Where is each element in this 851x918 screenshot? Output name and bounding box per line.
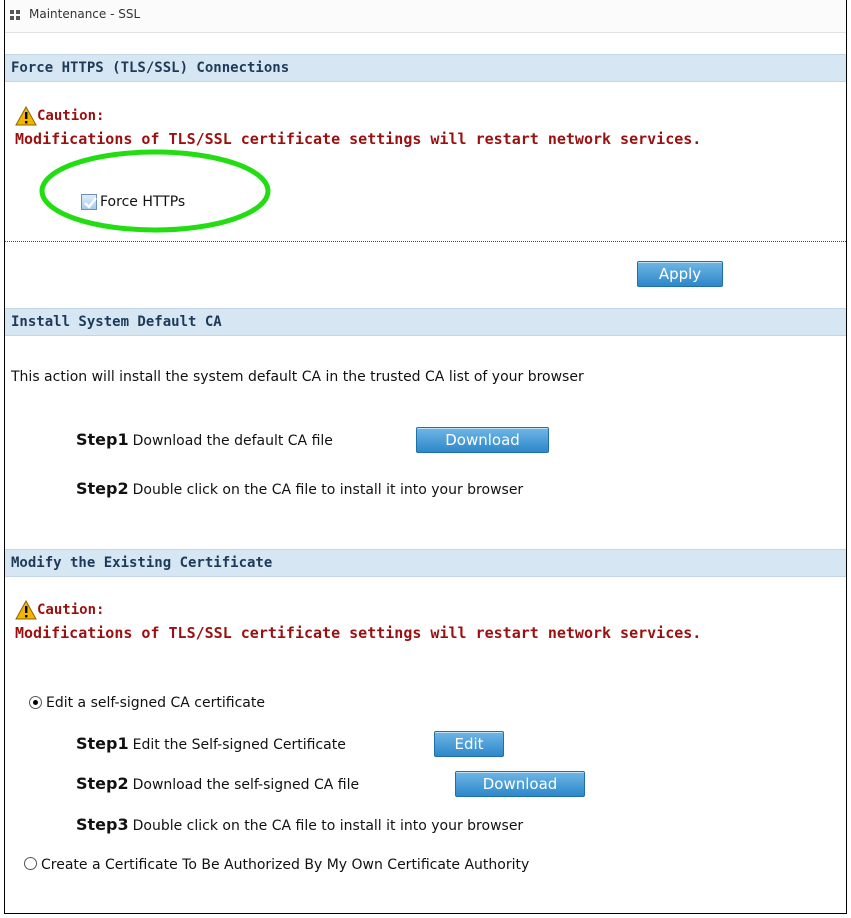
edit-self-signed-radio[interactable] xyxy=(29,696,42,709)
section-header-force-https: Force HTTPS (TLS/SSL) Connections xyxy=(5,54,846,82)
install-ca-step1: Step1 Download the default CA file xyxy=(76,430,333,449)
ssl-maintenance-panel: Maintenance - SSL Force HTTPS (TLS/SSL) … xyxy=(4,0,847,914)
window-title: Maintenance - SSL xyxy=(29,7,141,21)
checkmark-icon xyxy=(84,197,97,209)
section-divider xyxy=(5,241,846,242)
warning-icon xyxy=(15,106,37,126)
step-label: Step1 xyxy=(76,430,129,449)
edit-certificate-button[interactable]: Edit xyxy=(434,731,504,757)
step-label: Step2 xyxy=(76,774,129,793)
install-ca-description: This action will install the system defa… xyxy=(11,369,584,385)
create-certificate-label: Create a Certificate To Be Authorized By… xyxy=(41,857,530,873)
modify-cert-step2: Step2 Download the self-signed CA file xyxy=(76,774,359,793)
step-text: Download the default CA file xyxy=(132,433,333,449)
warning-icon xyxy=(15,600,37,620)
caution-title: Caution: xyxy=(37,108,105,124)
step-text: Double click on the CA file to install i… xyxy=(132,482,524,498)
force-https-label: Force HTTPs xyxy=(100,194,186,210)
step-label: Step2 xyxy=(76,479,129,498)
section-title: Force HTTPS (TLS/SSL) Connections xyxy=(11,60,290,76)
highlight-ellipse xyxy=(39,149,271,233)
step-label: Step3 xyxy=(76,815,129,834)
caution-message: Modifications of TLS/SSL certificate set… xyxy=(15,130,702,148)
step-text: Download the self-signed CA file xyxy=(132,777,360,793)
caution-message: Modifications of TLS/SSL certificate set… xyxy=(15,624,702,642)
section-header-install-ca: Install System Default CA xyxy=(5,308,846,336)
grid-icon xyxy=(10,10,20,20)
section-header-modify-cert: Modify the Existing Certificate xyxy=(5,549,846,577)
download-default-ca-button[interactable]: Download xyxy=(416,427,549,453)
window-titlebar: Maintenance - SSL xyxy=(5,0,846,33)
force-https-checkbox[interactable] xyxy=(81,194,97,210)
section-title: Modify the Existing Certificate xyxy=(11,555,273,571)
download-self-signed-button[interactable]: Download xyxy=(455,771,585,797)
step-text: Double click on the CA file to install i… xyxy=(132,818,524,834)
install-ca-step2: Step2 Double click on the CA file to inst… xyxy=(76,479,523,498)
section-title: Install System Default CA xyxy=(11,314,222,330)
modify-cert-step1: Step1 Edit the Self-signed Certificate xyxy=(76,734,346,753)
create-certificate-radio[interactable] xyxy=(24,857,37,870)
step-label: Step1 xyxy=(76,734,129,753)
apply-button[interactable]: Apply xyxy=(637,261,723,287)
caution-title: Caution: xyxy=(37,602,105,618)
edit-self-signed-label: Edit a self-signed CA certificate xyxy=(46,695,265,711)
modify-cert-step3: Step3 Double click on the CA file to inst… xyxy=(76,815,523,834)
step-text: Edit the Self-signed Certificate xyxy=(132,737,346,753)
